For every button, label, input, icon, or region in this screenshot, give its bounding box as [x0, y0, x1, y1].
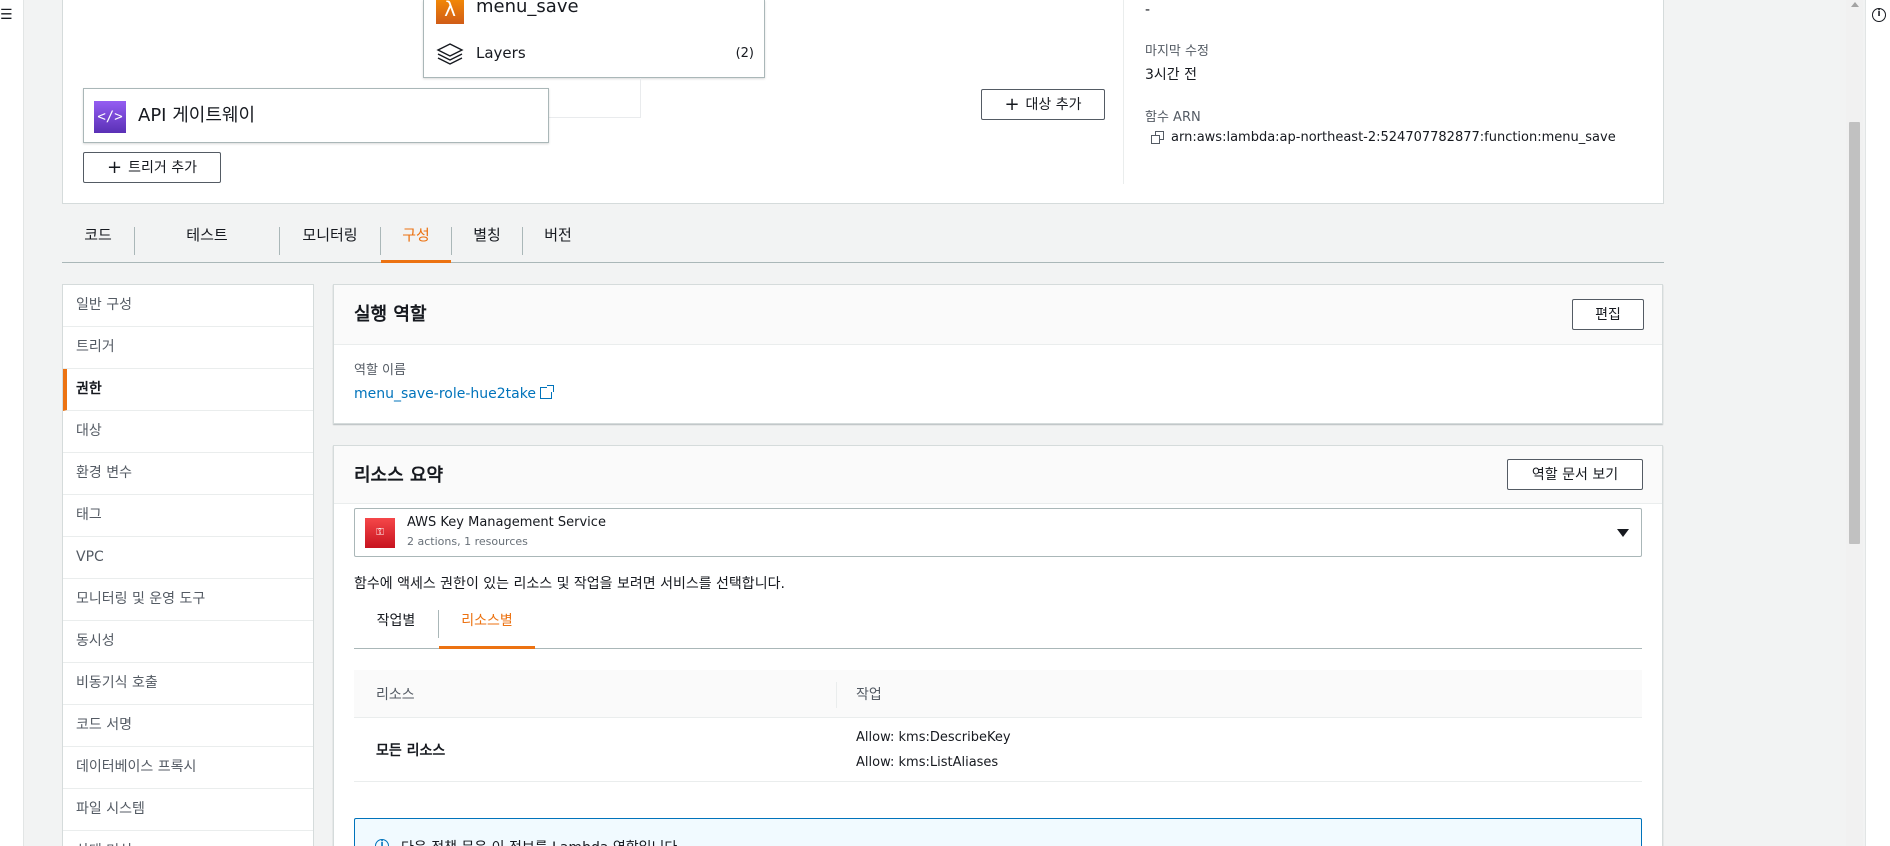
sidenav-item-code-signing[interactable]: 코드 서명: [63, 705, 313, 747]
sidenav-item-permissions[interactable]: 권한: [63, 369, 313, 411]
arn-label: 함수 ARN: [1145, 110, 1201, 125]
action-cell: Allow: kms:ListAliases: [856, 755, 999, 770]
sidenav-item-db-proxy[interactable]: 데이터베이스 프록시: [63, 747, 313, 789]
role-name-label: 역할 이름: [354, 363, 406, 378]
service-hint: 함수에 액세스 권한이 있는 리소스 및 작업을 보려면 서비스를 선택합니다.: [354, 576, 785, 592]
last-modified-label: 마지막 수정: [1145, 44, 1209, 59]
description-value: -: [1145, 2, 1151, 18]
service-detail: 2 actions, 1 resources: [407, 535, 528, 548]
overview-divider: [1123, 0, 1124, 184]
role-name-row: menu_save-role-hue2take: [354, 383, 554, 402]
service-select[interactable]: ⚿ AWS Key Management Service 2 actions, …: [354, 508, 1642, 557]
sidenav-item-env-vars[interactable]: 환경 변수: [63, 453, 313, 495]
column-header-action: 작업: [856, 687, 882, 703]
layers-row[interactable]: Layers (2): [436, 40, 754, 68]
sidenav-item-destinations[interactable]: 대상: [63, 411, 313, 453]
column-header-resource: 리소스: [376, 687, 415, 703]
external-link-icon: [539, 385, 554, 399]
copy-icon[interactable]: [1151, 130, 1165, 145]
scroll-up-icon[interactable]: [1851, 2, 1859, 7]
caret-down-icon: [1617, 529, 1629, 537]
tab-monitoring[interactable]: 모니터링: [280, 219, 380, 263]
role-name-link[interactable]: menu_save-role-hue2take: [354, 386, 536, 402]
config-sidenav: 일반 구성 트리거 권한 대상 환경 변수 태그 VPC 모니터링 및 운영 도…: [62, 284, 314, 846]
table-row: 모든 리소스 Allow: kms:DescribeKey Allow: kms…: [354, 718, 1642, 782]
function-node[interactable]: λ menu_save Layers (2): [423, 0, 765, 78]
scrollbar[interactable]: [1846, 0, 1863, 846]
service-name: AWS Key Management Service: [407, 515, 606, 530]
scroll-thumb[interactable]: [1849, 122, 1860, 544]
resource-subtabs: 작업별 리소스별: [354, 604, 1642, 649]
sidenav-item-triggers[interactable]: 트리거: [63, 327, 313, 369]
resource-summary-title: 리소스 요약: [354, 465, 444, 486]
add-destination-label: 대상 추가: [1025, 96, 1082, 113]
sidenav-item-monitoring-tools[interactable]: 모니터링 및 운영 도구: [63, 579, 313, 621]
resource-summary-header: 리소스 요약 역할 문서 보기: [334, 446, 1662, 504]
arn-value: arn:aws:lambda:ap-northeast-2:5247077828…: [1171, 130, 1616, 145]
lambda-icon: λ: [436, 0, 464, 24]
plus-icon: +: [1004, 93, 1020, 115]
add-destination-button[interactable]: + 대상 추가: [981, 89, 1105, 120]
execution-role-panel: 실행 역할 편집 역할 이름 menu_save-role-hue2take: [333, 284, 1663, 424]
last-modified-value: 3시간 전: [1145, 67, 1197, 83]
resource-summary-panel: 리소스 요약 역할 문서 보기 ⚿ AWS Key Management Ser…: [333, 445, 1663, 846]
diagram-connector: [545, 78, 641, 118]
info-alert: i 다음 정책 문은 이 정보를 Lambda 역할입니다: [354, 818, 1642, 846]
view-role-document-button[interactable]: 역할 문서 보기: [1507, 459, 1643, 490]
api-gateway-icon: </>: [94, 101, 126, 133]
subtab-by-action[interactable]: 작업별: [354, 604, 438, 649]
lambda-console: ☰ λ menu_save Layers (2) </> API 게이트웨이 +…: [0, 0, 1890, 846]
info-icon[interactable]: i: [1872, 8, 1886, 22]
add-trigger-label: 트리거 추가: [128, 159, 197, 176]
function-name: menu_save: [476, 0, 579, 17]
layers-count: (2): [735, 46, 754, 61]
sidenav-item-async-invocation[interactable]: 비동기식 호출: [63, 663, 313, 705]
left-rail: ☰: [0, 0, 24, 846]
tab-aliases[interactable]: 별칭: [452, 219, 522, 263]
layers-label: Layers: [476, 44, 526, 62]
tab-code[interactable]: 코드: [62, 219, 134, 263]
menu-icon[interactable]: ☰: [0, 8, 14, 22]
function-overview: λ menu_save Layers (2) </> API 게이트웨이 + 트리…: [62, 0, 1664, 204]
column-separator: [836, 682, 837, 708]
action-cell: Allow: kms:DescribeKey: [856, 730, 1011, 745]
sidenav-item-tags[interactable]: 태그: [63, 495, 313, 537]
sidenav-item-vpc[interactable]: VPC: [63, 537, 313, 579]
tab-configuration[interactable]: 구성: [381, 219, 451, 263]
layers-icon: [436, 43, 464, 65]
trigger-label: API 게이트웨이: [138, 105, 255, 126]
function-tabs: 코드 테스트 모니터링 구성 별칭 버전: [62, 213, 1664, 263]
sidenav-item-file-system[interactable]: 파일 시스템: [63, 789, 313, 831]
plus-icon: +: [107, 156, 123, 178]
tab-versions[interactable]: 버전: [523, 219, 593, 263]
add-trigger-button[interactable]: + 트리거 추가: [83, 152, 221, 183]
table-header: 리소스 작업: [354, 670, 1642, 718]
function-diagram: λ menu_save Layers (2) </> API 게이트웨이 + 트리…: [63, 0, 1123, 203]
sidenav-item-state-machine[interactable]: 상태 머신: [63, 831, 313, 846]
execution-role-title: 실행 역할: [354, 304, 427, 325]
sidenav-item-general[interactable]: 일반 구성: [63, 285, 313, 327]
execution-role-header: 실행 역할 편집: [334, 285, 1662, 345]
arn-row: arn:aws:lambda:ap-northeast-2:5247077828…: [1151, 130, 1616, 145]
resource-cell: 모든 리소스: [376, 743, 446, 759]
info-icon: i: [375, 839, 389, 846]
kms-icon: ⚿: [365, 518, 395, 548]
subtab-by-resource[interactable]: 리소스별: [439, 604, 535, 649]
trigger-node[interactable]: </> API 게이트웨이: [83, 88, 549, 143]
tab-test[interactable]: 테스트: [135, 219, 279, 263]
right-rail: i: [1865, 0, 1890, 846]
edit-button[interactable]: 편집: [1572, 299, 1644, 330]
info-alert-text: 다음 정책 문은 이 정보를 Lambda 역할입니다: [401, 837, 677, 846]
sidenav-item-concurrency[interactable]: 동시성: [63, 621, 313, 663]
